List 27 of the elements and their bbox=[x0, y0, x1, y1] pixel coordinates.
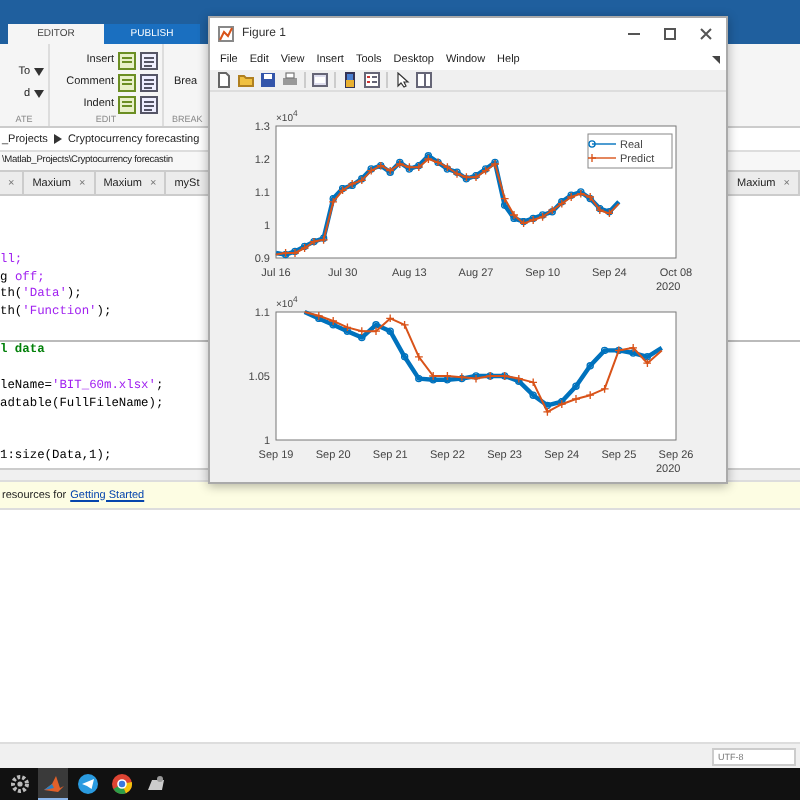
caret-icon bbox=[34, 89, 44, 97]
document-icon[interactable] bbox=[118, 73, 136, 91]
paper-plane-icon bbox=[77, 773, 97, 793]
colorbar-icon[interactable] bbox=[342, 72, 358, 88]
save-icon[interactable] bbox=[260, 72, 276, 88]
pointer-icon[interactable] bbox=[394, 72, 410, 88]
legend-icon[interactable] bbox=[364, 72, 380, 88]
chevron-icon bbox=[53, 134, 62, 144]
panel-icon[interactable] bbox=[416, 72, 432, 88]
maximize-icon[interactable] bbox=[662, 25, 678, 41]
lines-icon[interactable] bbox=[140, 51, 158, 69]
figure-icon bbox=[218, 25, 234, 41]
app-icon bbox=[145, 773, 165, 793]
close-icon[interactable] bbox=[698, 25, 714, 41]
document-icon[interactable] bbox=[118, 51, 136, 69]
print-icon[interactable] bbox=[282, 72, 298, 88]
gear-icon bbox=[9, 773, 29, 793]
peak-icon bbox=[43, 773, 63, 793]
caret-icon bbox=[34, 67, 44, 75]
lines-icon[interactable] bbox=[140, 95, 158, 113]
document-icon[interactable] bbox=[118, 95, 136, 113]
window-icon[interactable] bbox=[312, 72, 328, 88]
browser-icon bbox=[111, 773, 131, 793]
lines-icon[interactable] bbox=[140, 73, 158, 91]
legend-line-icon bbox=[588, 140, 617, 148]
dock-arrow-icon[interactable] bbox=[712, 55, 720, 63]
legend-line-icon bbox=[588, 154, 617, 162]
